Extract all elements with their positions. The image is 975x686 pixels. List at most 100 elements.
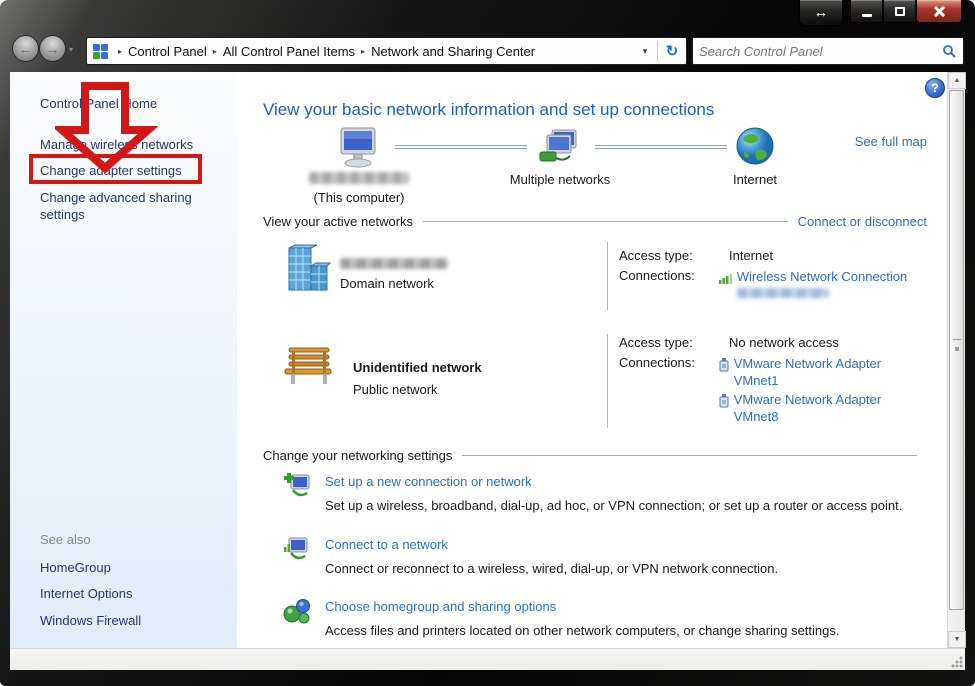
homegroup-icon [283,597,311,625]
access-type-label: Access type: [619,335,729,350]
domain-network-info: Access type:Internet Connections: Wi [619,248,909,298]
connect-to-network-link[interactable]: Connect to a network [325,537,448,552]
this-computer-label: (This computer) [284,190,434,205]
refresh-icon[interactable]: ↻ [660,42,684,60]
help-button[interactable]: ? [925,78,945,98]
vertical-scrollbar[interactable]: ▲ ▼ [947,72,965,648]
multiple-networks-label: Multiple networks [490,172,630,187]
homegroup-options-link[interactable]: Choose homegroup and sharing options [325,599,556,614]
resize-arrows-button[interactable]: ↔ [799,0,843,26]
scroll-down-icon: ▼ [954,636,961,643]
sidebar-item-windows-firewall[interactable]: Windows Firewall [40,612,141,629]
sidebar-item-advanced-sharing[interactable]: Change advanced sharing settings [40,189,218,223]
computer-name-redacted [309,172,409,184]
recent-pages-dropdown[interactable]: ▾ [69,45,73,54]
title-bar: ↔ [0,0,975,30]
sidebar: Control Panel Home Manage wireless netwo… [10,72,237,648]
connect-or-disconnect-link[interactable]: Connect or disconnect [798,214,927,229]
control-panel-icon [93,44,108,59]
see-also-header: See also [40,532,91,547]
search-input[interactable] [699,44,942,59]
settings-header: Change your networking settings [263,448,452,463]
vmware-adapter-vmnet8-link[interactable]: VMware Network Adapter VMnet8 [734,391,909,425]
ethernet-adapter-icon [719,393,729,408]
navigation-bar: ← → ▾ ▸ Control Panel ▸ All Control Pane… [0,30,975,72]
homegroup-options-desc: Access files and printers located on oth… [325,623,840,638]
scrollbar-thumb[interactable] [949,90,964,610]
address-bar[interactable]: ▸ Control Panel ▸ All Control Panel Item… [86,37,687,65]
domain-network-icon [281,244,333,296]
internet-label: Internet [715,172,795,187]
breadcrumb-separator-icon: ▸ [118,47,122,56]
connect-to-network-desc: Connect or reconnect to a wireless, wire… [325,561,778,576]
close-button[interactable] [916,0,962,23]
vmware-adapter-vmnet1-link[interactable]: VMware Network Adapter VMnet1 [734,355,909,389]
map-connector-line [395,145,527,149]
public-network-bench-icon [283,344,335,388]
ethernet-adapter-icon [719,357,729,372]
breadcrumb-item-control-panel[interactable]: Control Panel [128,44,207,59]
back-button[interactable]: ← [12,35,39,62]
connections-label: Connections: [619,268,719,298]
active-networks-header-row: View your active networks Connect or dis… [263,214,927,229]
breadcrumb-item-all-items[interactable]: All Control Panel Items [223,44,355,59]
caption-button-group [850,0,962,23]
connect-to-network-icon [283,535,311,563]
scroll-up-button[interactable]: ▲ [948,72,966,89]
address-bar-divider [657,41,658,61]
minimize-icon [862,14,872,17]
sidebar-item-control-panel-home[interactable]: Control Panel Home [40,95,157,112]
access-type-value: No network access [729,335,839,350]
see-full-map-link[interactable]: See full map [855,134,927,149]
section-rule [423,221,788,222]
sidebar-item-homegroup[interactable]: HomeGroup [40,559,111,576]
active-networks-header: View your active networks [263,214,413,229]
unidentified-network-name: Unidentified network [353,360,482,375]
internet-globe-icon [735,126,775,166]
minimize-button[interactable] [850,0,883,23]
this-computer-icon [335,126,381,170]
breadcrumb-separator-icon: ▸ [213,47,217,56]
resize-grip-icon[interactable] [950,655,963,668]
close-icon [934,6,945,17]
ssid-redacted [737,288,829,298]
access-type-value: Internet [729,248,773,263]
unidentified-network-info: Access type:No network access Connection… [619,335,909,425]
network-info-divider [607,242,608,310]
back-arrow-icon: ← [19,41,33,57]
map-connector-line [595,145,727,149]
section-rule [462,455,917,456]
sidebar-item-internet-options[interactable]: Internet Options [40,585,133,602]
maximize-button[interactable] [883,0,916,23]
breadcrumb-item-network-sharing[interactable]: Network and Sharing Center [371,44,535,59]
address-dropdown-icon[interactable]: ▾ [635,46,655,57]
breadcrumb-separator-icon: ▸ [361,47,365,56]
access-type-label: Access type: [619,248,729,263]
scroll-down-button[interactable]: ▼ [948,631,966,648]
domain-name-redacted [340,258,448,269]
status-bar [10,648,965,670]
settings-header-row: Change your networking settings [263,448,927,463]
wireless-signal-icon [719,271,732,285]
scroll-up-icon: ▲ [954,77,961,84]
multiple-networks-icon [538,128,580,168]
page-title: View your basic network information and … [263,100,714,120]
public-network-type: Public network [353,382,438,397]
sidebar-item-change-adapter-settings[interactable]: Change adapter settings [40,162,182,179]
maximize-icon [895,7,905,16]
setup-new-connection-link[interactable]: Set up a new connection or network [325,474,532,489]
scrollbar-grip-icon [953,339,961,347]
setup-new-connection-desc: Set up a wireless, broadband, dial-up, a… [325,498,902,513]
help-icon: ? [931,81,938,95]
connections-label: Connections: [619,355,719,425]
wireless-network-connection-link[interactable]: Wireless Network Connection [737,268,908,285]
client-area: Control Panel Home Manage wireless netwo… [10,72,965,648]
search-icon[interactable] [942,44,957,59]
forward-arrow-icon: → [46,41,60,57]
domain-network-type: Domain network [340,276,434,291]
sidebar-item-manage-wireless[interactable]: Manage wireless networks [40,136,193,153]
main-pane: ? View your basic network information an… [237,72,947,648]
resize-arrows-icon: ↔ [814,4,829,21]
new-connection-icon [283,472,311,500]
forward-button[interactable]: → [39,35,66,62]
